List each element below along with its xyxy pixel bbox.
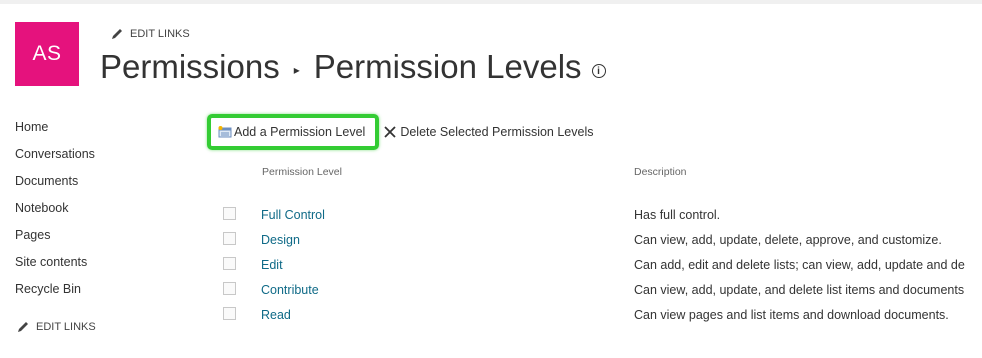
nav-item-home[interactable]: Home (15, 119, 95, 146)
row-checkbox[interactable] (223, 232, 236, 245)
table-row: Read Can view pages and list items and d… (0, 307, 982, 332)
permission-description: Can view pages and list items and downlo… (634, 308, 949, 322)
breadcrumb-separator-icon: ▸ (293, 63, 300, 77)
column-header-description[interactable]: Description (634, 166, 687, 178)
permission-description: Can view, add, update, and delete list i… (634, 283, 965, 297)
permission-description: Can add, edit and delete lists; can view… (634, 258, 965, 272)
pencil-icon (112, 29, 122, 39)
page-title: Permission Levels (313, 48, 582, 85)
table-row: Design Can view, add, update, delete, ap… (0, 232, 982, 257)
permission-level-link[interactable]: Read (261, 308, 291, 322)
permission-level-link[interactable]: Contribute (261, 283, 319, 297)
row-checkbox[interactable] (223, 207, 236, 220)
add-permission-level-button[interactable]: Add a Permission Level (207, 114, 380, 150)
table-row: Edit Can add, edit and delete lists; can… (0, 257, 982, 282)
edit-links-label: EDIT LINKS (130, 28, 190, 40)
permission-description: Has full control. (634, 208, 721, 222)
row-checkbox[interactable] (223, 307, 236, 320)
site-logo-initials: AS (32, 42, 62, 65)
top-bar (0, 0, 982, 4)
add-permission-icon (218, 126, 232, 138)
permission-level-link[interactable]: Full Control (261, 208, 325, 222)
table-row: Contribute Can view, add, update, and de… (0, 282, 982, 307)
nav-item-conversations[interactable]: Conversations (15, 146, 95, 173)
nav-item-documents[interactable]: Documents (15, 173, 95, 200)
row-checkbox[interactable] (223, 282, 236, 295)
info-icon[interactable]: i (591, 64, 606, 78)
edit-links-top[interactable]: EDIT LINKS (110, 27, 190, 41)
close-icon (384, 126, 396, 138)
permission-level-link[interactable]: Design (261, 233, 300, 247)
table-row: Full Control Has full control. (0, 207, 982, 232)
row-checkbox[interactable] (223, 257, 236, 270)
breadcrumb-parent[interactable]: Permissions (100, 48, 280, 86)
breadcrumb: Permissions ▸ Permission Levels i (100, 48, 606, 86)
delete-permission-levels-button[interactable]: Delete Selected Permission Levels (383, 125, 593, 139)
column-header-permission-level[interactable]: Permission Level (262, 166, 342, 178)
permission-toolbar: Add a Permission Level Delete Selected P… (207, 114, 593, 150)
add-permission-level-label: Add a Permission Level (234, 125, 366, 139)
site-logo[interactable]: AS (15, 22, 79, 86)
permission-description: Can view, add, update, delete, approve, … (634, 233, 942, 247)
delete-permission-levels-label: Delete Selected Permission Levels (400, 125, 594, 139)
permission-level-link[interactable]: Edit (261, 258, 283, 272)
